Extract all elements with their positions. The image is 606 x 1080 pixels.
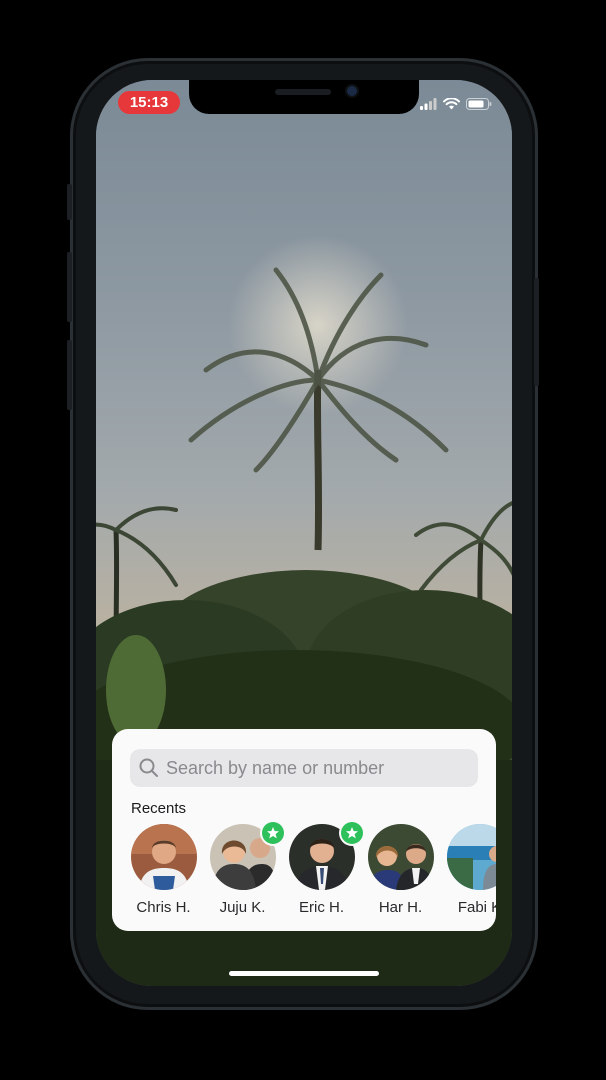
- share-sheet: Recents Chris H.: [112, 729, 496, 931]
- contact-chris[interactable]: Chris H.: [130, 824, 197, 916]
- contact-eric[interactable]: Eric H.: [288, 822, 363, 916]
- notch: [189, 80, 419, 114]
- status-icons: [420, 97, 492, 111]
- battery-icon: [466, 98, 492, 110]
- phone-screen: 15:13 Recents: [96, 80, 512, 986]
- favorite-badge: [261, 822, 284, 844]
- avatar: [288, 822, 363, 890]
- home-indicator[interactable]: [229, 971, 379, 976]
- contact-name: Fabi K: [457, 899, 496, 916]
- contact-juju[interactable]: Juju K.: [209, 822, 284, 916]
- volume-down-button: [67, 340, 72, 410]
- star-icon: [266, 827, 279, 839]
- contact-photo: [446, 824, 496, 890]
- volume-up-button: [67, 252, 72, 322]
- status-time-pill[interactable]: 15:13: [118, 91, 180, 114]
- contact-har[interactable]: Har H.: [367, 824, 434, 916]
- star-icon: [345, 827, 358, 839]
- signal-icon: [420, 98, 437, 110]
- wifi-icon: [443, 98, 460, 110]
- avatar: [367, 824, 434, 890]
- front-camera: [347, 86, 357, 96]
- contact-name: Eric H.: [299, 899, 344, 916]
- search-input[interactable]: [160, 750, 478, 786]
- contact-fabi[interactable]: Fabi K: [446, 824, 496, 916]
- search-icon: [139, 758, 158, 777]
- recent-contacts-row: Chris H. Juju K. Eric H. Har H. Fabi: [130, 822, 496, 916]
- earpiece-speaker: [275, 89, 331, 95]
- side-button: [534, 278, 539, 386]
- contact-name: Har H.: [378, 899, 423, 916]
- contact-photo: [367, 824, 434, 890]
- avatar: [446, 824, 496, 890]
- recents-label: Recents: [131, 800, 187, 817]
- contact-photo: [130, 824, 197, 890]
- avatar: [209, 822, 284, 890]
- search-bar[interactable]: [130, 749, 478, 787]
- avatar: [130, 824, 197, 890]
- mute-switch: [67, 184, 72, 220]
- contact-name: Chris H.: [136, 899, 191, 916]
- favorite-badge: [340, 822, 363, 844]
- contact-name: Juju K.: [219, 899, 266, 916]
